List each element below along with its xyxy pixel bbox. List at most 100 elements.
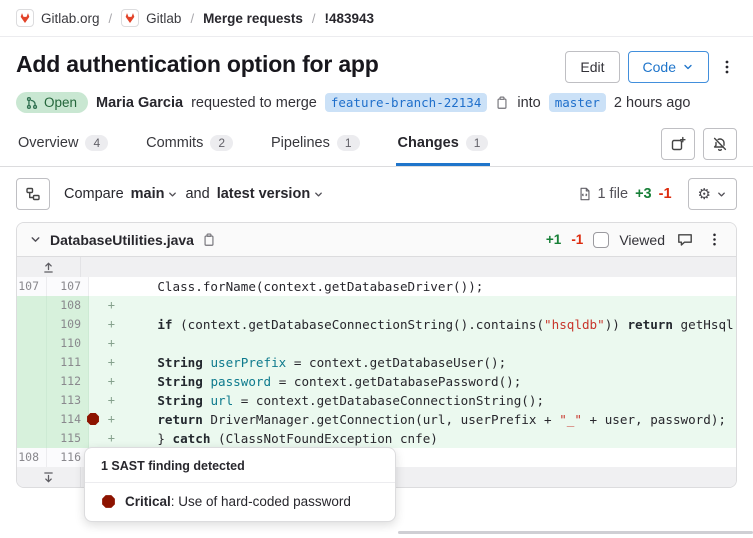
source-branch-label[interactable]: feature-branch-22134 bbox=[325, 93, 488, 112]
diff-row-line-107: 107107 Class.forName(context.getDatabase… bbox=[17, 277, 736, 296]
new-line-number[interactable]: 110 bbox=[47, 334, 89, 353]
new-line-number[interactable]: 113 bbox=[47, 391, 89, 410]
expand-up-icon[interactable] bbox=[17, 257, 81, 277]
sast-finding-item[interactable]: Critical: Use of hard-coded password bbox=[85, 483, 395, 521]
deletions-count: -1 bbox=[659, 186, 672, 202]
new-line-number[interactable]: 109 bbox=[47, 315, 89, 334]
breadcrumb-item-project[interactable]: Gitlab bbox=[121, 9, 181, 27]
breadcrumb-item-mr-id[interactable]: !483943 bbox=[324, 11, 374, 26]
diff-sign: + bbox=[108, 296, 123, 315]
code-line: Class.forName(context.getDatabaseDriver(… bbox=[123, 277, 736, 296]
file-browser-toggle-button[interactable] bbox=[16, 178, 50, 210]
breadcrumb: Gitlab.org / Gitlab / Merge requests / !… bbox=[0, 0, 753, 37]
comment-on-file-button[interactable] bbox=[675, 228, 695, 252]
base-ref-dropdown[interactable]: main bbox=[131, 186, 179, 202]
diff-row-line-115: 115+ } catch (ClassNotFoundException cnf… bbox=[17, 429, 736, 448]
diff-sign: + bbox=[108, 353, 123, 372]
tab-count-badge: 4 bbox=[85, 135, 108, 151]
horizontal-scrollbar[interactable] bbox=[398, 531, 753, 534]
mr-meta-row: Open Maria Garcia requested to merge fea… bbox=[16, 92, 737, 113]
old-line-number[interactable] bbox=[17, 315, 47, 334]
new-line-number[interactable]: 114 bbox=[47, 410, 89, 429]
old-line-number[interactable] bbox=[17, 410, 47, 429]
tab-pipelines[interactable]: Pipelines 1 bbox=[269, 123, 362, 166]
requested-text: requested to merge bbox=[191, 95, 317, 111]
diff-sign: + bbox=[108, 391, 123, 410]
copy-branch-button[interactable] bbox=[495, 96, 509, 110]
diff-file-header: DatabaseUtilities.java +1 -1 Viewed bbox=[17, 223, 736, 257]
file-name[interactable]: DatabaseUtilities.java bbox=[50, 232, 194, 248]
sast-finding-icon[interactable] bbox=[86, 412, 100, 426]
code-line: String password = context.getDatabasePas… bbox=[123, 372, 736, 391]
code-line bbox=[123, 296, 736, 315]
breadcrumb-separator: / bbox=[109, 11, 113, 26]
kebab-menu-icon bbox=[719, 59, 735, 75]
code-line: String url = context.getDatabaseConnecti… bbox=[123, 391, 736, 410]
viewed-label: Viewed bbox=[619, 232, 665, 248]
viewed-checkbox[interactable] bbox=[593, 232, 609, 248]
breadcrumb-item-group[interactable]: Gitlab.org bbox=[16, 9, 100, 27]
tab-commits[interactable]: Commits 2 bbox=[144, 123, 235, 166]
code-button[interactable]: Code bbox=[628, 51, 709, 83]
copy-file-path-button[interactable] bbox=[202, 233, 216, 247]
breadcrumb-label: Gitlab bbox=[146, 11, 181, 26]
new-line-number[interactable]: 111 bbox=[47, 353, 89, 372]
file-deletions-count: -1 bbox=[571, 232, 583, 247]
expand-down-icon[interactable] bbox=[17, 467, 81, 487]
diff-settings-button[interactable]: ⚙ bbox=[688, 178, 737, 210]
compare-bar: Compare main and latest version 1 file +… bbox=[0, 167, 753, 220]
new-line-number[interactable]: 115 bbox=[47, 429, 89, 448]
new-line-number[interactable]: 112 bbox=[47, 372, 89, 391]
diff-sign: + bbox=[108, 334, 123, 353]
code-line: return DriverManager.getConnection(url, … bbox=[123, 410, 736, 429]
tab-count-badge: 1 bbox=[466, 135, 489, 151]
old-line-number[interactable] bbox=[17, 334, 47, 353]
project-avatar bbox=[121, 9, 139, 27]
old-line-number[interactable] bbox=[17, 296, 47, 315]
chevron-down-icon bbox=[313, 189, 324, 200]
breadcrumb-label: !483943 bbox=[324, 11, 374, 26]
diff-sign: + bbox=[108, 429, 123, 448]
code-line: String userPrefix = context.getDatabaseU… bbox=[123, 353, 736, 372]
diff-line-marker: + bbox=[89, 391, 123, 410]
merge-request-page: Gitlab.org / Gitlab / Merge requests / !… bbox=[0, 0, 753, 538]
timestamp: 2 hours ago bbox=[614, 95, 691, 111]
version-dropdown[interactable]: latest version bbox=[217, 186, 325, 202]
tab-count-badge: 2 bbox=[210, 135, 233, 151]
old-line-number[interactable] bbox=[17, 391, 47, 410]
expand-up-row[interactable] bbox=[17, 257, 736, 277]
edit-button[interactable]: Edit bbox=[565, 51, 619, 83]
code-line bbox=[123, 334, 736, 353]
notifications-off-icon bbox=[712, 136, 728, 152]
new-line-number[interactable]: 116 bbox=[47, 448, 89, 467]
mr-author[interactable]: Maria Garcia bbox=[96, 95, 183, 111]
new-line-number[interactable]: 107 bbox=[47, 277, 89, 296]
tab-overview[interactable]: Overview 4 bbox=[16, 123, 110, 166]
new-line-number[interactable]: 108 bbox=[47, 296, 89, 315]
diff-line-marker: + bbox=[89, 429, 123, 448]
diff-row-line-113: 113 + String url = context.getDatabaseCon… bbox=[17, 391, 736, 410]
tab-changes[interactable]: Changes 1 bbox=[396, 123, 491, 166]
old-line-number[interactable]: 107 bbox=[17, 277, 47, 296]
mr-actions-menu-button[interactable] bbox=[717, 55, 737, 79]
file-options-menu-button[interactable] bbox=[705, 228, 724, 251]
old-line-number[interactable] bbox=[17, 353, 47, 372]
file-tree-icon bbox=[25, 186, 41, 202]
old-line-number[interactable]: 108 bbox=[17, 448, 47, 467]
code-line: if (context.getDatabaseConnectionString(… bbox=[123, 315, 736, 334]
breadcrumb-item-merge-requests[interactable]: Merge requests bbox=[203, 11, 303, 26]
diff-row-line-114: 114+ return DriverManager.getConnection(… bbox=[17, 410, 736, 429]
file-icon bbox=[578, 187, 592, 201]
diff-line-marker: + bbox=[89, 353, 123, 372]
collapse-file-button[interactable] bbox=[29, 233, 42, 246]
old-line-number[interactable] bbox=[17, 429, 47, 448]
old-line-number[interactable] bbox=[17, 372, 47, 391]
expand-panel-button[interactable] bbox=[661, 128, 695, 160]
page-title: Add authentication option for app bbox=[16, 51, 379, 78]
diff-sign: + bbox=[108, 315, 123, 334]
critical-octagon-icon bbox=[101, 494, 116, 509]
target-branch-label[interactable]: master bbox=[549, 93, 606, 112]
notifications-off-button[interactable] bbox=[703, 128, 737, 160]
breadcrumb-label: Merge requests bbox=[203, 11, 303, 26]
sast-finding-text: Critical: Use of hard-coded password bbox=[125, 494, 351, 509]
